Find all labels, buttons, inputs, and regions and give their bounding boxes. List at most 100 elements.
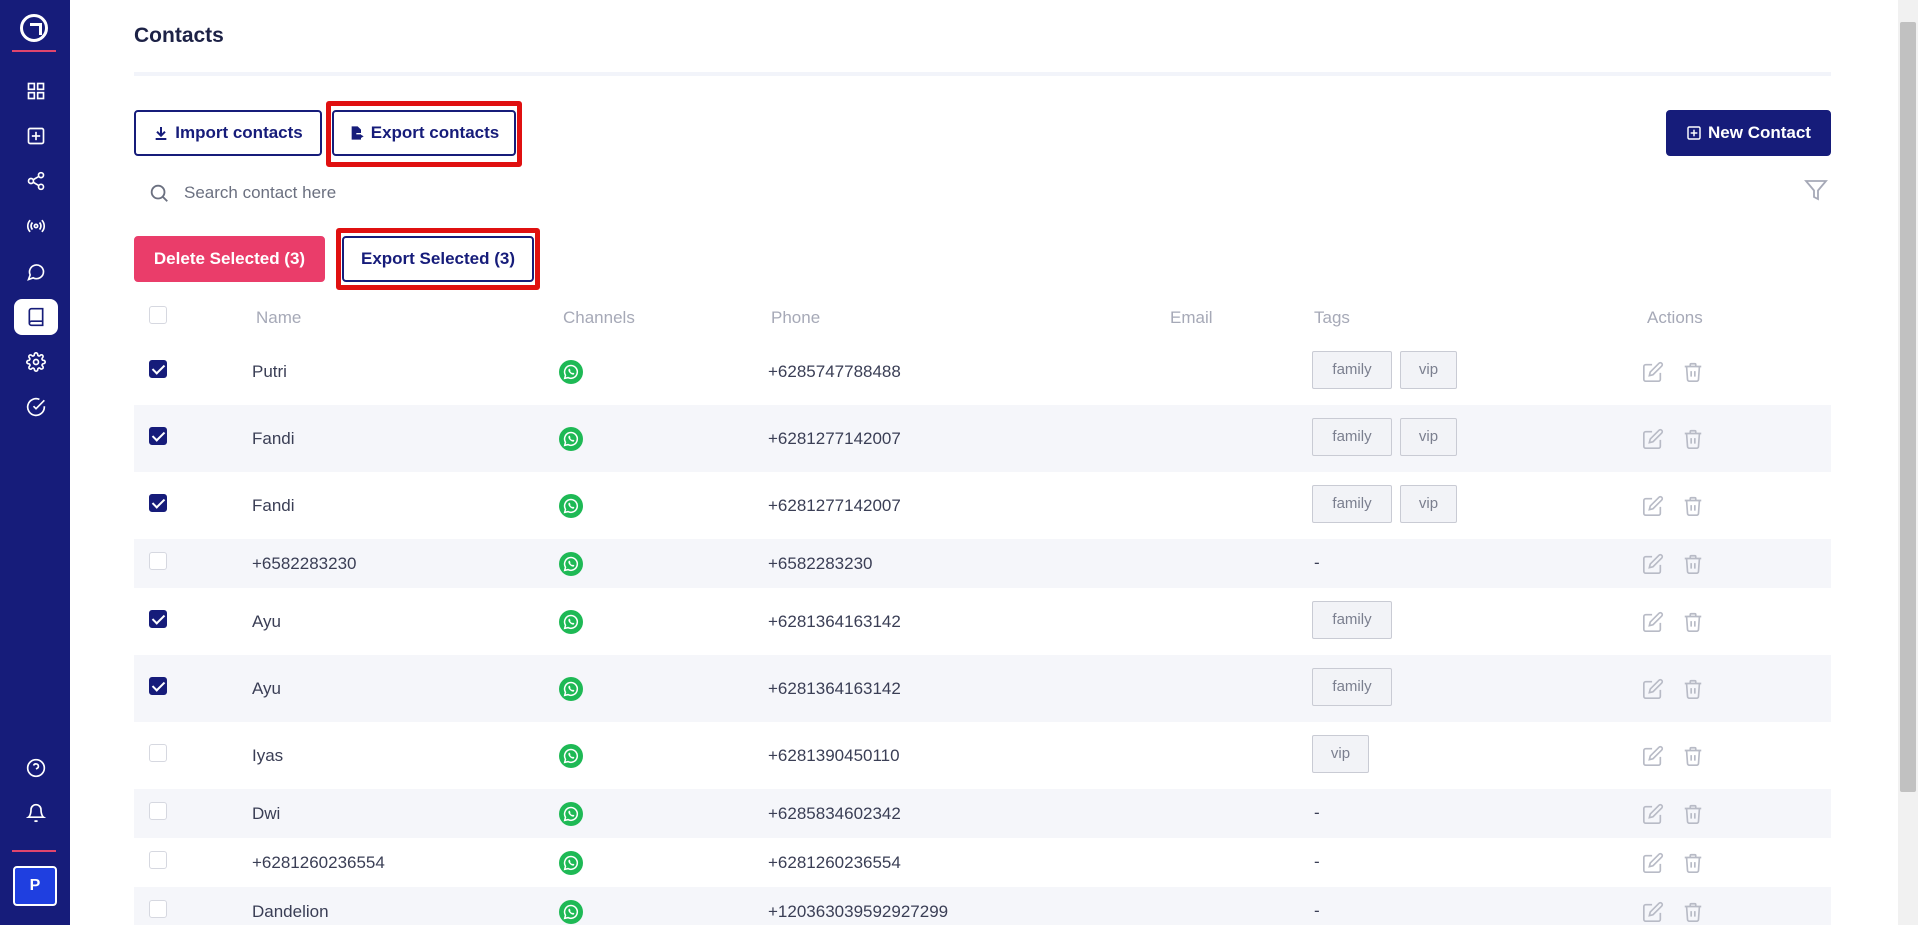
dashboard-icon[interactable]	[14, 73, 58, 109]
new-contact-label: New Contact	[1708, 123, 1811, 142]
edit-icon[interactable]	[1642, 901, 1664, 923]
whatsapp-icon	[559, 493, 583, 518]
trash-icon[interactable]	[1682, 428, 1704, 450]
table-row[interactable]: +6281260236554 +6281260236554 -	[134, 838, 1831, 887]
whatsapp-icon	[559, 743, 583, 768]
row-checkbox[interactable]	[149, 801, 167, 820]
whatsapp-icon	[559, 426, 583, 451]
logo-icon[interactable]	[20, 14, 48, 42]
tag-badge: family	[1312, 484, 1392, 523]
table-row[interactable]: Putri +6285747788488 family vip	[134, 338, 1831, 405]
contact-name: Iyas	[252, 745, 284, 765]
row-checkbox[interactable]	[149, 743, 167, 762]
trash-icon[interactable]	[1682, 745, 1704, 767]
contact-phone: +6281364163142	[768, 611, 901, 631]
settings-icon[interactable]	[14, 344, 58, 380]
contact-phone: +6281390450110	[768, 745, 900, 765]
app-root: P Contacts Import contacts Export contac…	[0, 0, 1918, 925]
row-checkbox[interactable]	[149, 551, 167, 570]
trash-icon[interactable]	[1682, 495, 1704, 517]
edit-icon[interactable]	[1642, 495, 1664, 517]
broadcast-icon[interactable]	[14, 208, 58, 244]
whatsapp-icon	[559, 850, 583, 875]
select-all-checkbox[interactable]	[149, 306, 167, 324]
table-row[interactable]: +6582283230 +6582283230 -	[134, 539, 1831, 588]
edit-icon[interactable]	[1642, 745, 1664, 767]
table-row[interactable]: Iyas +6281390450110 vip	[134, 722, 1831, 789]
share-icon[interactable]	[14, 163, 58, 199]
contact-phone: +6582283230	[768, 553, 873, 573]
add-square-icon[interactable]	[14, 118, 58, 154]
help-icon[interactable]	[14, 750, 58, 786]
contact-phone: +6281277142007	[768, 428, 901, 448]
row-checkbox[interactable]	[149, 609, 167, 628]
edit-icon[interactable]	[1642, 428, 1664, 450]
bell-icon[interactable]	[14, 795, 58, 831]
trash-icon[interactable]	[1682, 361, 1704, 383]
import-contacts-button[interactable]: Import contacts	[134, 110, 322, 156]
edit-icon[interactable]	[1642, 678, 1664, 700]
contact-name: Fandi	[252, 495, 295, 515]
tags-empty: -	[1314, 802, 1320, 822]
delete-selected-button[interactable]: Delete Selected (3)	[134, 236, 325, 282]
tag-badge: vip	[1400, 417, 1457, 456]
search-bar	[134, 170, 1776, 216]
header-tags: Tags	[1314, 308, 1350, 327]
tag-badge: family	[1312, 600, 1392, 639]
chat-icon[interactable]	[14, 254, 58, 290]
row-checkbox[interactable]	[149, 850, 167, 869]
tag-badge: vip	[1400, 350, 1457, 389]
filter-icon[interactable]	[1804, 178, 1828, 202]
tag-badge: vip	[1312, 734, 1369, 773]
table-row[interactable]: Fandi +6281277142007 family vip	[134, 405, 1831, 472]
trash-icon[interactable]	[1682, 803, 1704, 825]
edit-icon[interactable]	[1642, 611, 1664, 633]
contact-name: Ayu	[252, 678, 281, 698]
whatsapp-icon	[559, 551, 583, 576]
highlight-box-export-selected	[336, 228, 540, 290]
tag-badge: family	[1312, 667, 1392, 706]
edit-icon[interactable]	[1642, 361, 1664, 383]
highlight-box-export	[326, 101, 522, 167]
row-checkbox[interactable]	[149, 676, 167, 695]
scrollbar-thumb[interactable]	[1900, 22, 1916, 792]
whatsapp-icon	[559, 609, 583, 634]
table-row[interactable]: Dwi +6285834602342 -	[134, 789, 1831, 838]
trash-icon[interactable]	[1682, 611, 1704, 633]
trash-icon[interactable]	[1682, 852, 1704, 874]
tags-empty: -	[1314, 851, 1320, 871]
check-circle-icon[interactable]	[14, 389, 58, 425]
edit-icon[interactable]	[1642, 553, 1664, 575]
contact-phone: +6281260236554	[768, 852, 901, 872]
row-checkbox[interactable]	[149, 899, 167, 918]
row-checkbox[interactable]	[149, 359, 167, 378]
table-row[interactable]: Fandi +6281277142007 family vip	[134, 472, 1831, 539]
trash-icon[interactable]	[1682, 678, 1704, 700]
whatsapp-icon	[559, 899, 583, 924]
whatsapp-icon	[559, 676, 583, 701]
trash-icon[interactable]	[1682, 901, 1704, 923]
header-phone: Phone	[771, 308, 821, 327]
avatar[interactable]: P	[13, 866, 57, 906]
edit-icon[interactable]	[1642, 803, 1664, 825]
new-contact-button[interactable]: New Contact	[1666, 110, 1831, 156]
contact-phone: +6281364163142	[768, 678, 901, 698]
table-row[interactable]: Dandelion +120363039592927299 -	[134, 887, 1831, 925]
contact-name: +6582283230	[252, 553, 357, 573]
tag-badge: family	[1312, 350, 1392, 389]
sidebar-divider-bottom	[12, 850, 56, 852]
search-input[interactable]	[184, 176, 1764, 210]
tags-empty: -	[1314, 552, 1320, 572]
edit-icon[interactable]	[1642, 852, 1664, 874]
table-row[interactable]: Ayu +6281364163142 family	[134, 655, 1831, 722]
table-row[interactable]: Ayu +6281364163142 family	[134, 588, 1831, 655]
sidebar: P	[0, 0, 70, 925]
trash-icon[interactable]	[1682, 553, 1704, 575]
plus-square-icon	[1687, 126, 1701, 140]
contact-phone: +6285747788488	[768, 361, 901, 381]
row-checkbox[interactable]	[149, 493, 167, 512]
row-checkbox[interactable]	[149, 426, 167, 445]
contact-name: +6281260236554	[252, 852, 385, 872]
contacts-book-icon[interactable]	[14, 299, 58, 335]
contact-name: Fandi	[252, 428, 295, 448]
